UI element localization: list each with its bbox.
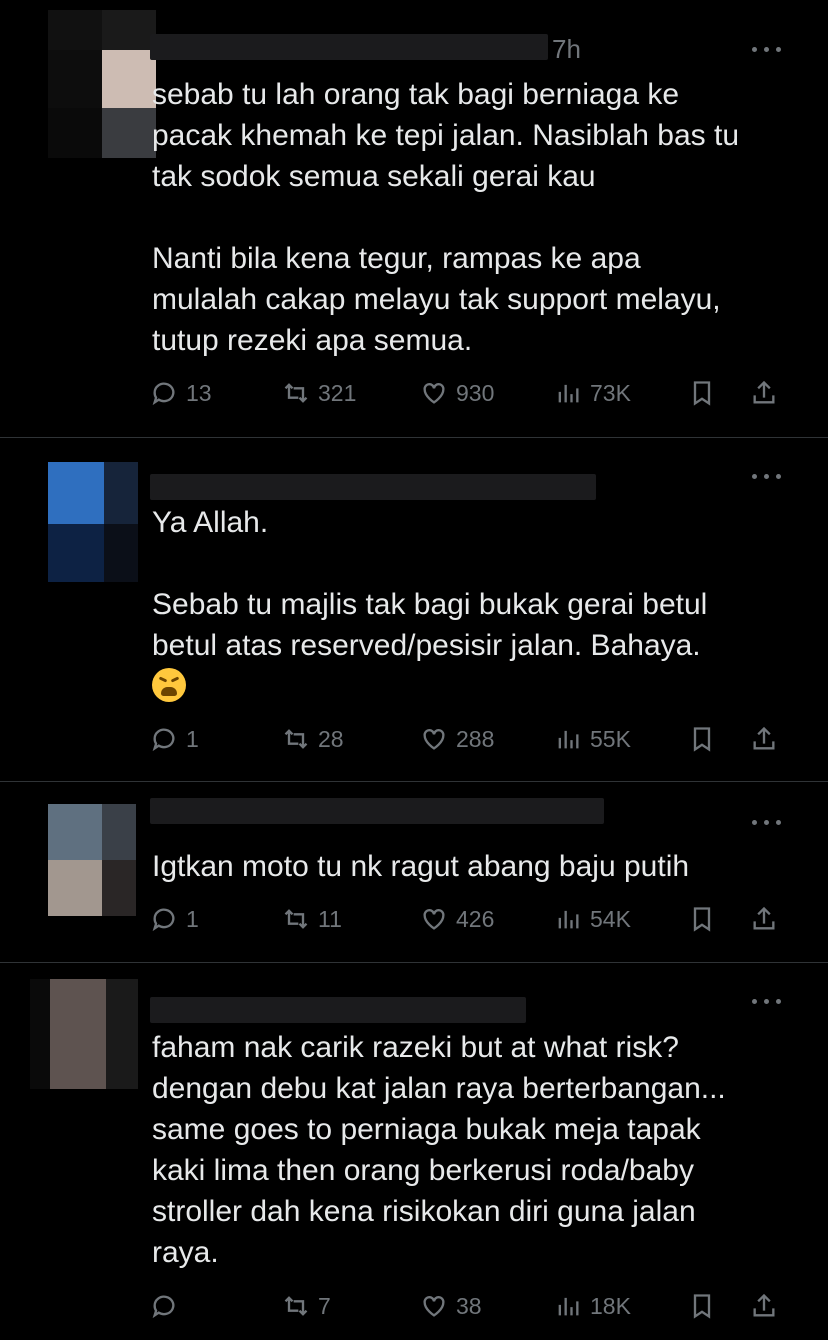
reply-button[interactable]: 1 (150, 722, 199, 756)
like-button[interactable]: 288 (420, 722, 494, 756)
username-redacted[interactable] (150, 997, 526, 1023)
avatar[interactable] (30, 979, 138, 1089)
like-count: 38 (456, 1293, 482, 1319)
retweet-button[interactable]: 7 (282, 1289, 331, 1323)
reply-button[interactable]: 13 (150, 376, 212, 410)
reply-count: 1 (186, 906, 199, 932)
tweet-3[interactable]: Igtkan moto tu nk ragut abang baju putih… (0, 782, 828, 962)
more-dots-icon[interactable] (752, 472, 786, 482)
views-button[interactable]: 55K (554, 722, 631, 756)
like-count: 288 (456, 726, 495, 752)
avatar[interactable] (48, 10, 156, 158)
reply-count: 1 (186, 726, 199, 752)
reply-button[interactable]: 1 (150, 902, 199, 936)
weary-face-emoji (152, 668, 186, 702)
bar-chart-icon (558, 384, 579, 403)
share-button[interactable] (750, 1289, 786, 1323)
retweet-count: 28 (318, 726, 344, 752)
retweet-arrows-icon (284, 909, 308, 929)
retweet-button[interactable]: 321 (282, 376, 356, 410)
retweet-arrows-icon (284, 383, 308, 403)
more-dots-icon[interactable] (752, 45, 786, 55)
like-button[interactable]: 426 (420, 902, 494, 936)
retweet-button[interactable]: 11 (282, 902, 342, 936)
heart-icon (423, 729, 445, 750)
share-upload-icon (753, 1293, 775, 1317)
reply-count: 13 (186, 380, 212, 406)
bar-chart-icon (558, 1297, 579, 1316)
username-redacted[interactable] (150, 798, 604, 824)
retweet-button[interactable]: 28 (282, 722, 344, 756)
tweet-2[interactable]: Ya Allah. Sebab tu majlis tak bagi bukak… (0, 438, 828, 782)
view-count: 18K (590, 1293, 631, 1319)
bookmark-icon (693, 381, 711, 406)
bar-chart-icon (558, 730, 579, 749)
bookmark-button[interactable] (688, 1289, 724, 1323)
heart-icon (423, 909, 445, 930)
avatar[interactable] (48, 804, 136, 916)
speech-bubble-icon (152, 728, 175, 752)
username-redacted[interactable] (150, 474, 596, 500)
views-button[interactable]: 18K (554, 1289, 631, 1323)
like-count: 426 (456, 906, 495, 932)
tweet-text: sebab tu lah orang tak bagi berniaga ke … (152, 78, 740, 357)
view-count: 73K (590, 380, 631, 406)
retweet-arrows-icon (284, 729, 308, 749)
share-button[interactable] (750, 902, 786, 936)
bookmark-button[interactable] (688, 376, 724, 410)
bookmark-button[interactable] (688, 722, 724, 756)
share-upload-icon (753, 726, 775, 750)
speech-bubble-icon (152, 382, 175, 406)
share-upload-icon (753, 380, 775, 404)
bookmark-icon (693, 1294, 711, 1319)
bar-chart-icon (558, 910, 579, 929)
views-button[interactable]: 54K (554, 902, 631, 936)
speech-bubble-icon (152, 1295, 175, 1319)
retweet-count: 7 (318, 1293, 331, 1319)
view-count: 54K (590, 906, 631, 932)
avatar[interactable] (48, 462, 138, 582)
like-button[interactable]: 38 (420, 1289, 482, 1323)
tweet-4[interactable]: faham nak carik razeki but at what risk?… (0, 963, 828, 1340)
share-button[interactable] (750, 376, 786, 410)
retweet-count: 321 (318, 380, 357, 406)
share-upload-icon (753, 906, 775, 930)
retweet-count: 11 (318, 906, 342, 932)
bookmark-icon (693, 727, 711, 752)
more-dots-icon[interactable] (752, 997, 786, 1007)
speech-bubble-icon (152, 908, 175, 932)
tweet-timestamp[interactable]: 7h (552, 34, 581, 65)
retweet-arrows-icon (284, 1296, 308, 1316)
bookmark-icon (693, 907, 711, 932)
like-button[interactable]: 930 (420, 376, 494, 410)
tweet-text: Ya Allah. Sebab tu majlis tak bagi bukak… (152, 506, 708, 662)
view-count: 55K (590, 726, 631, 752)
like-count: 930 (456, 380, 495, 406)
views-button[interactable]: 73K (554, 376, 631, 410)
more-dots-icon[interactable] (752, 818, 786, 828)
heart-icon (423, 1296, 445, 1317)
tweet-1[interactable]: 7h sebab tu lah orang tak bagi berniaga … (0, 0, 828, 438)
tweet-text: faham nak carik razeki but at what risk?… (152, 1031, 726, 1269)
tweet-text: Igtkan moto tu nk ragut abang baju putih (152, 850, 690, 883)
share-button[interactable] (750, 722, 786, 756)
reply-button[interactable] (150, 1289, 186, 1323)
bookmark-button[interactable] (688, 902, 724, 936)
heart-icon (423, 383, 445, 404)
username-redacted[interactable] (150, 34, 548, 60)
